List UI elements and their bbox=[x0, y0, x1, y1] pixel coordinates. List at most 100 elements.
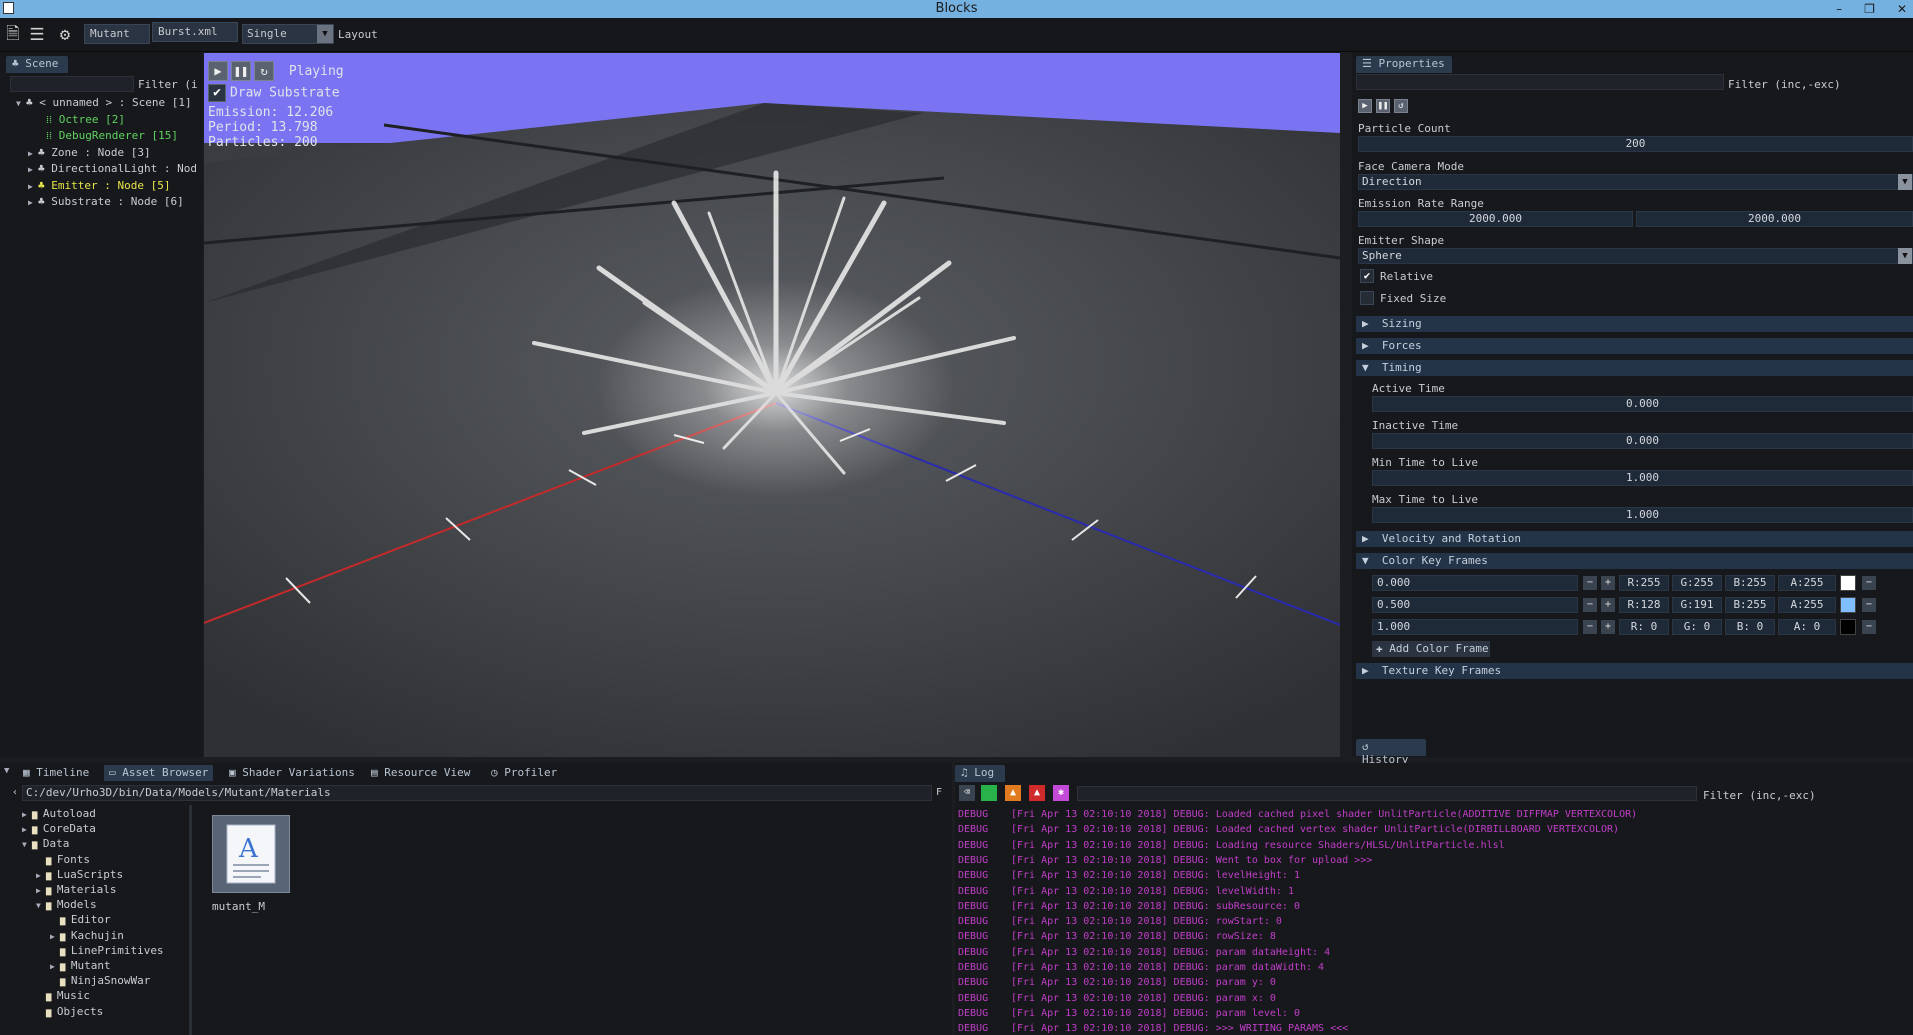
inactive-time-field[interactable]: 0.000 bbox=[1372, 433, 1913, 449]
remove-icon[interactable]: − bbox=[1862, 620, 1876, 634]
scene-tree-item[interactable]: ⁞⁞ DebugRenderer [15] bbox=[36, 129, 178, 143]
relative-checkbox[interactable]: ✔ bbox=[1360, 269, 1374, 283]
log-line[interactable]: DEBUG [Fri Apr 13 02:10:10 2018] DEBUG: r… bbox=[958, 931, 1276, 943]
draw-substrate-checkbox[interactable]: ✔ bbox=[208, 84, 226, 102]
log-line[interactable]: DEBUG [Fri Apr 13 02:10:10 2018] DEBUG: s… bbox=[958, 901, 1300, 913]
filter-warning-icon[interactable]: ▲ bbox=[1005, 785, 1021, 801]
add-color-frame-button[interactable]: ✚ Add Color Frame bbox=[1372, 641, 1490, 657]
properties-filter-input[interactable] bbox=[1356, 74, 1724, 90]
section-sizing[interactable]: ▶ Sizing bbox=[1356, 316, 1913, 332]
clear-log-icon[interactable]: ⌫ bbox=[959, 785, 975, 801]
plus-icon[interactable]: + bbox=[1601, 576, 1615, 590]
color-swatch[interactable] bbox=[1840, 619, 1856, 635]
color-frame-time-field[interactable]: 1.000 bbox=[1372, 619, 1578, 635]
log-line[interactable]: DEBUG [Fri Apr 13 02:10:10 2018] DEBUG: p… bbox=[958, 947, 1330, 959]
section-forces[interactable]: ▶ Forces bbox=[1356, 338, 1913, 354]
tab-shader-variations[interactable]: ▣ Shader Variations bbox=[224, 765, 360, 781]
scene-tree-item[interactable]: ▶ ♣ Emitter : Node [5] bbox=[28, 179, 170, 194]
color-a-field[interactable]: A:255 bbox=[1778, 575, 1836, 591]
emission-rate-max-field[interactable]: 2000.000 bbox=[1636, 211, 1913, 227]
filter-error-icon[interactable]: ▲ bbox=[1029, 785, 1045, 801]
chevron-icon[interactable]: ▼ bbox=[36, 899, 46, 913]
chevron-icon[interactable]: ▶ bbox=[22, 823, 32, 837]
folder-tree-item[interactable]: ▼ ▆ Data bbox=[22, 837, 69, 852]
tab-scene[interactable]: ♣ Scene bbox=[6, 56, 68, 73]
log-line[interactable]: DEBUG [Fri Apr 13 02:10:10 2018] DEBUG: W… bbox=[958, 855, 1372, 867]
color-r-field[interactable]: R:255 bbox=[1619, 575, 1669, 591]
section-velocity-rotation[interactable]: ▶ Velocity and Rotation bbox=[1356, 531, 1913, 547]
face-camera-select[interactable]: Direction ▼ bbox=[1358, 174, 1913, 190]
section-texture-key-frames[interactable]: ▶ Texture Key Frames bbox=[1356, 663, 1913, 679]
tab-history[interactable]: ↺ History bbox=[1356, 739, 1426, 766]
active-time-field[interactable]: 0.000 bbox=[1372, 396, 1913, 412]
reset-icon[interactable]: ↺ bbox=[1394, 99, 1408, 113]
particle-count-field[interactable]: 200 bbox=[1358, 136, 1913, 152]
log-line[interactable]: DEBUG [Fri Apr 13 02:10:10 2018] DEBUG: p… bbox=[958, 962, 1324, 974]
minimize-icon[interactable]: – bbox=[1836, 0, 1842, 18]
folder-tree-item[interactable]: ▼ ▆ Models bbox=[36, 898, 97, 913]
fixed-size-checkbox[interactable] bbox=[1360, 291, 1374, 305]
min-ttl-field[interactable]: 1.000 bbox=[1372, 470, 1913, 486]
log-line[interactable]: DEBUG [Fri Apr 13 02:10:10 2018] DEBUG: L… bbox=[958, 809, 1637, 821]
folder-tree-item[interactable]: ▶ ▆ LuaScripts bbox=[36, 868, 123, 883]
chevron-down-icon[interactable]: ▼ bbox=[317, 25, 333, 43]
chevron-icon[interactable]: ▶ bbox=[28, 163, 38, 177]
chevron-icon[interactable]: ▼ bbox=[16, 97, 26, 111]
collapse-icon[interactable]: ▼ bbox=[4, 766, 9, 776]
plus-icon[interactable]: + bbox=[1601, 598, 1615, 612]
asset-file-thumbnail[interactable]: A bbox=[212, 815, 290, 893]
3d-viewport[interactable]: ▶ ❚❚ ↻ Playing ✔ Draw Substrate Emission: 1… bbox=[204, 53, 1340, 757]
minus-icon[interactable]: − bbox=[1583, 598, 1597, 612]
remove-icon[interactable]: − bbox=[1862, 576, 1876, 590]
color-r-field[interactable]: R:128 bbox=[1619, 597, 1669, 613]
color-swatch[interactable] bbox=[1840, 597, 1856, 613]
color-swatch[interactable] bbox=[1840, 575, 1856, 591]
filter-info-icon[interactable]: ✱ bbox=[1053, 785, 1069, 801]
layout-label[interactable]: Layout bbox=[338, 28, 378, 41]
restart-icon[interactable]: ↻ bbox=[254, 61, 274, 81]
log-line[interactable]: DEBUG [Fri Apr 13 02:10:10 2018] DEBUG: L… bbox=[958, 824, 1619, 836]
pause-icon[interactable]: ❚❚ bbox=[231, 61, 251, 81]
list-icon[interactable]: ☰ bbox=[26, 24, 48, 46]
chevron-icon[interactable]: ▶ bbox=[50, 930, 60, 944]
tab-log[interactable]: ♫ Log bbox=[955, 765, 1005, 782]
color-b-field[interactable]: B:255 bbox=[1725, 575, 1775, 591]
folder-tree-item[interactable]: ▶ ▆ Autoload bbox=[22, 807, 96, 822]
log-line[interactable]: DEBUG [Fri Apr 13 02:10:10 2018] DEBUG: L… bbox=[958, 840, 1505, 852]
log-filter-input[interactable] bbox=[1077, 786, 1697, 801]
scene-filter-input[interactable] bbox=[10, 76, 134, 92]
color-b-field[interactable]: B:255 bbox=[1725, 597, 1775, 613]
tab-resource-view[interactable]: ▤ Resource View bbox=[366, 765, 475, 781]
close-icon[interactable]: ✕ bbox=[1897, 0, 1907, 18]
tab-properties[interactable]: ☰ Properties bbox=[1356, 56, 1452, 73]
pause-icon[interactable]: ❚❚ bbox=[1376, 99, 1390, 113]
settings-gear-icon[interactable]: ⚙ bbox=[54, 24, 76, 46]
chevron-icon[interactable]: ▶ bbox=[36, 884, 46, 898]
scene-tree-item[interactable]: ▶ ♣ Substrate : Node [6] bbox=[28, 195, 184, 210]
chevron-icon[interactable]: ▼ bbox=[22, 838, 32, 852]
color-g-field[interactable]: G:255 bbox=[1672, 575, 1722, 591]
filter-debug-icon[interactable] bbox=[981, 785, 997, 801]
chevron-down-icon[interactable]: ▼ bbox=[1898, 248, 1912, 264]
view-select[interactable]: Single ▼ bbox=[242, 24, 334, 44]
chevron-icon[interactable]: ▶ bbox=[22, 808, 32, 822]
emission-rate-min-field[interactable]: 2000.000 bbox=[1358, 211, 1633, 227]
max-ttl-field[interactable]: 1.000 bbox=[1372, 507, 1913, 523]
play-icon[interactable]: ▶ bbox=[208, 61, 228, 81]
folder-tree-item[interactable]: ▆ Editor bbox=[50, 913, 111, 928]
color-g-field[interactable]: G: 0 bbox=[1672, 619, 1722, 635]
color-a-field[interactable]: A:255 bbox=[1778, 597, 1836, 613]
tab-asset-browser[interactable]: ▭ Asset Browser bbox=[104, 765, 214, 781]
chevron-icon[interactable]: ▶ bbox=[36, 869, 46, 883]
color-frame-time-field[interactable]: 0.500 bbox=[1372, 597, 1578, 613]
file-field[interactable]: Burst.xml bbox=[152, 22, 238, 42]
color-g-field[interactable]: G:191 bbox=[1672, 597, 1722, 613]
log-line[interactable]: DEBUG [Fri Apr 13 02:10:10 2018] DEBUG: p… bbox=[958, 993, 1276, 1005]
log-line[interactable]: DEBUG [Fri Apr 13 02:10:10 2018] DEBUG: >… bbox=[958, 1023, 1348, 1035]
folder-tree-item[interactable]: ▶ ▆ Materials bbox=[36, 883, 116, 898]
folder-tree-item[interactable]: ▆ Music bbox=[36, 989, 90, 1004]
color-b-field[interactable]: B: 0 bbox=[1725, 619, 1775, 635]
folder-tree-item[interactable]: ▶ ▆ Kachujin bbox=[50, 929, 124, 944]
folder-tree-item[interactable]: ▆ Fonts bbox=[36, 853, 90, 868]
tab-profiler[interactable]: ◷ Profiler bbox=[486, 765, 562, 781]
